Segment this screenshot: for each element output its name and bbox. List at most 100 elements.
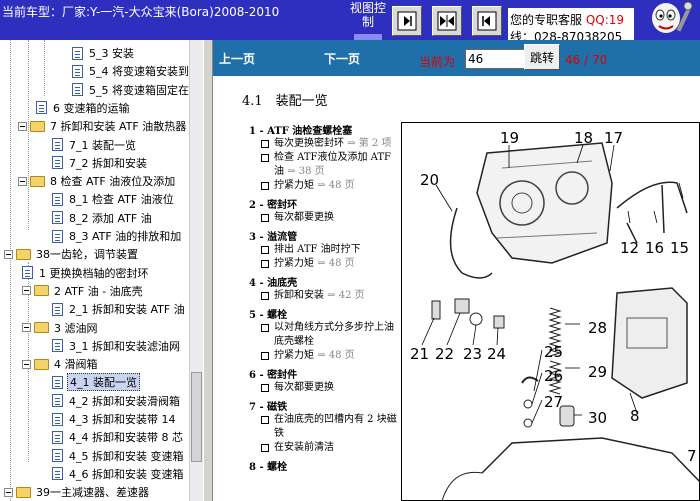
next-arrow-icon: [397, 11, 417, 31]
part-entry: 7 - 磁铁 在油底壳的凹槽内有 2 块磁铁 在安装前清洁: [249, 398, 399, 455]
collapse-icon[interactable]: [4, 487, 13, 497]
document-icon: [52, 449, 63, 463]
tree-doc-item[interactable]: 4_2 拆卸和安装滑阀箱: [52, 392, 182, 410]
tree-folder-item[interactable]: 7 拆卸和安装 ATF 油散热器: [18, 117, 188, 135]
tree-doc-item[interactable]: 7_2 拆卸和安装: [52, 154, 149, 172]
page-total-label: 46 / 70: [565, 53, 608, 67]
document-icon: [52, 138, 63, 151]
page-reference-link[interactable]: ⇒ 42 页: [327, 290, 364, 301]
tree-folder-item[interactable]: 3 滤油网: [22, 319, 100, 337]
bullet-box-icon: [261, 182, 269, 190]
collapse-icon[interactable]: [22, 323, 31, 332]
tree-doc-item[interactable]: 5_4 将变速箱安装到发: [72, 62, 202, 80]
bullet-box-icon: [261, 324, 269, 332]
tree-doc-item[interactable]: 4_4 拆卸和安装带 8 芯: [52, 428, 185, 446]
tree-doc-item[interactable]: 4_1 装配一览: [52, 373, 140, 392]
callout-number: 18: [574, 129, 594, 147]
expand-arrows-button[interactable]: [432, 6, 462, 36]
page-reference-link[interactable]: ⇒ 第 2 项: [347, 138, 391, 149]
callout-number: 27: [544, 393, 564, 411]
part-entry: 3 - 溢流管 排出 ATF 油时拧下 拧紧力矩 ⇒ 48 页: [249, 228, 399, 271]
part-note-text: 在油底壳的凹槽内有 2 块磁铁: [274, 414, 397, 439]
collapse-icon[interactable]: [22, 359, 31, 369]
bullet-box-icon: [261, 154, 269, 162]
tree-doc-item[interactable]: 1 更换换档轴的密封环: [22, 264, 151, 282]
tree-folder-item[interactable]: 4 滑阀箱: [22, 355, 100, 373]
part-note: 以对角线方式分多步拧上油底壳螺栓: [249, 321, 399, 349]
document-icon: [52, 467, 63, 481]
part-heading: 2 - 密封环: [249, 200, 298, 211]
callout-number: 19: [500, 129, 520, 147]
collapse-icon[interactable]: [18, 121, 27, 131]
page-reference-link[interactable]: ⇒ 48 页: [317, 258, 354, 269]
document-icon: [52, 211, 63, 225]
panel-splitter[interactable]: [203, 40, 213, 501]
document-page: 4.1 装配一览 1 - ATF 油检查螺栓塞 每次更换密封环 ⇒ 第 2 项检查…: [213, 76, 700, 501]
tree-item-label: 8_1 检查 ATF 油液位: [69, 193, 174, 207]
tree-doc-item[interactable]: 4_6 拆卸和安装 变速箱: [52, 465, 186, 483]
part-note-text: 每次都要更换: [274, 212, 334, 223]
callout-number: 12: [620, 239, 640, 257]
top-bar: 当前车型：厂家:Y-一汽-大众宝来(Bora)2008-2010 视图控制 您的…: [0, 0, 700, 40]
tree-scrollbar[interactable]: [189, 40, 203, 501]
tree-item-label: 4_4 拆卸和安装带 8 芯: [69, 431, 183, 445]
tree-folder-item[interactable]: 8 检查 ATF 油液位及添加: [18, 172, 177, 190]
tree-doc-item[interactable]: 8_2 添加 ATF 油: [52, 209, 154, 227]
document-icon: [52, 412, 63, 426]
part-note: 在安装前清洁: [249, 441, 399, 455]
tree-doc-item[interactable]: 4_5 拆卸和安装 变速箱: [52, 447, 186, 465]
bullet-box-icon: [261, 260, 269, 268]
jump-button[interactable]: 跳转: [524, 44, 560, 70]
tree-folder-item[interactable]: 2 ATF 油 - 油底壳: [22, 282, 145, 300]
customer-service-box: 您的专职客服 QQ:19 线：028-87038205: [508, 8, 634, 40]
prev-page-link[interactable]: 上一页: [219, 50, 255, 67]
collapse-icon[interactable]: [4, 249, 13, 259]
collapse-icon[interactable]: [22, 286, 31, 296]
callout-number: 28: [588, 319, 608, 337]
tree-guide-line: [44, 40, 45, 96]
part-heading: 6 - 密封件: [249, 370, 298, 381]
tree-doc-item[interactable]: 3_1 拆卸和安装滤油网: [52, 337, 182, 355]
page-number-input[interactable]: [465, 49, 529, 69]
part-note-text: 以对角线方式分多步拧上油底壳螺栓: [274, 322, 394, 347]
folder-icon: [16, 486, 31, 498]
tree-doc-item[interactable]: 5_5 将变速箱固定在装: [72, 81, 202, 99]
page-reference-link[interactable]: ⇒ 38 页: [287, 166, 324, 177]
tree-item-label: 4_1 装配一览: [67, 373, 140, 392]
view-control-button[interactable]: 视图控制: [350, 0, 386, 40]
bullet-box-icon: [261, 292, 269, 300]
callout-number: 21: [410, 345, 430, 363]
tree-doc-item[interactable]: 4_3 拆卸和安装带 14: [52, 410, 178, 428]
callout-number: 24: [487, 345, 507, 363]
part-heading: 3 - 溢流管: [249, 232, 298, 243]
tree-doc-item[interactable]: 5_3 安装: [72, 44, 136, 62]
service-qq[interactable]: QQ:19: [586, 13, 624, 27]
tree-folder-item[interactable]: 38一齿轮，调节装置: [4, 245, 140, 263]
bullet-box-icon: [261, 384, 269, 392]
page-reference-link[interactable]: ⇒ 48 页: [317, 350, 354, 361]
collapse-icon[interactable]: [18, 176, 27, 186]
bullet-box-icon: [261, 246, 269, 254]
tree-doc-item[interactable]: 2_1 拆卸和安装 ATF 油: [52, 300, 187, 318]
page-reference-link[interactable]: ⇒ 48 页: [317, 180, 354, 191]
tree-doc-item[interactable]: 7_1 装配一览: [52, 136, 138, 154]
document-icon: [52, 430, 63, 444]
folder-icon: [16, 248, 31, 260]
folder-icon: [34, 322, 49, 333]
chapter-tree[interactable]: 5_3 安装 5_4 将变速箱安装到发 5_5 将变速箱固定在装 6 变速箱的运输 7 …: [0, 40, 203, 501]
tree-doc-item[interactable]: 8_1 检查 ATF 油液位: [52, 190, 176, 208]
tree-item-label: 8 检查 ATF 油液位及添加: [50, 175, 176, 189]
tree-doc-item[interactable]: 8_3 ATF 油的排放和加: [52, 227, 183, 245]
tree-folder-item[interactable]: 39一主减速器、差速器: [4, 483, 151, 501]
next-page-link[interactable]: 下一页: [324, 50, 360, 67]
prev-arrow-button[interactable]: [472, 6, 502, 36]
document-icon: [52, 302, 63, 316]
callout-number: 17: [604, 129, 624, 147]
tree-scrollbar-thumb[interactable]: [191, 372, 202, 462]
tree-item-label: 3_1 拆卸和安装滤油网: [69, 339, 180, 353]
part-entry: 2 - 密封环 每次都要更换: [249, 196, 399, 225]
tree-doc-item[interactable]: 6 变速箱的运输: [36, 99, 132, 117]
transmission-drawing: [421, 142, 700, 501]
next-arrow-button[interactable]: [392, 6, 422, 36]
callout-number: 20: [420, 171, 440, 189]
